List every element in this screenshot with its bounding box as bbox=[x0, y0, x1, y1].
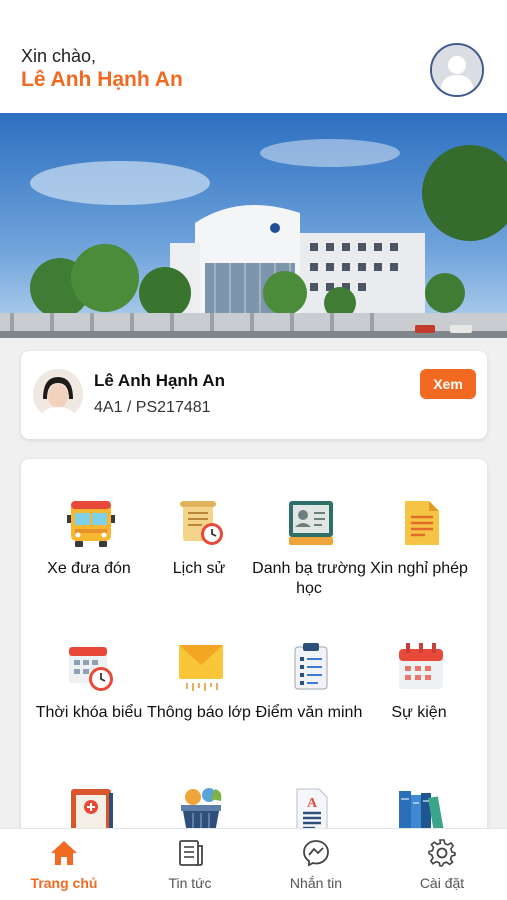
gear-icon bbox=[427, 838, 457, 868]
student-card: Lê Anh Hạnh An 4A1 / PS217481 Xem bbox=[21, 351, 487, 439]
student-photo bbox=[33, 369, 83, 419]
header: Xin chào, Lê Anh Hạnh An bbox=[0, 0, 507, 113]
menu-item-events[interactable]: Sự kiện bbox=[361, 641, 477, 771]
envelope-icon bbox=[175, 641, 227, 693]
nav-label: Cài đặt bbox=[419, 875, 465, 891]
messenger-icon bbox=[301, 838, 331, 868]
menu-label: Xin nghỉ phép bbox=[370, 560, 468, 577]
feature-menu: Xe đưa đón Lịch sử Danh bạ trường học Xi… bbox=[21, 459, 487, 859]
user-name: Lê Anh Hạnh An bbox=[21, 68, 183, 91]
nav-label: Tin tức bbox=[168, 875, 212, 891]
menu-item-leave-request[interactable]: Xin nghỉ phép bbox=[361, 497, 477, 627]
school-bus-icon bbox=[65, 497, 117, 549]
student-name: Lê Anh Hạnh An bbox=[94, 371, 225, 390]
menu-item-civility-score[interactable]: Điểm văn minh bbox=[251, 641, 367, 771]
svg-text:A: A bbox=[307, 796, 318, 811]
menu-label: Điểm văn minh bbox=[255, 704, 363, 721]
home-icon bbox=[49, 838, 79, 868]
bottom-navigation: Trang chủ Tin tức Nhắn tin Cài đặt bbox=[0, 828, 507, 900]
menu-label: Xe đưa đón bbox=[47, 560, 131, 577]
menu-item-timetable[interactable]: Thời khóa biểu bbox=[31, 641, 147, 771]
timetable-calendar-icon bbox=[65, 641, 117, 693]
greeting-text: Xin chào, bbox=[21, 46, 97, 66]
contact-card-icon bbox=[285, 497, 337, 549]
student-class-id: 4A1 / PS217481 bbox=[94, 399, 211, 416]
nav-label: Trang chủ bbox=[30, 875, 98, 891]
nav-item-messages[interactable]: Nhắn tin bbox=[253, 829, 379, 900]
menu-item-contacts[interactable]: Danh bạ trường học bbox=[251, 497, 367, 627]
menu-label: Sự kiện bbox=[391, 704, 447, 721]
menu-item-school-bus[interactable]: Xe đưa đón bbox=[31, 497, 147, 627]
news-icon bbox=[175, 838, 205, 868]
menu-item-class-notice[interactable]: Thông báo lớp bbox=[141, 641, 257, 771]
event-calendar-icon bbox=[395, 641, 447, 693]
nav-item-settings[interactable]: Cài đặt bbox=[379, 829, 505, 900]
school-building-photo bbox=[0, 113, 507, 338]
view-button[interactable]: Xem bbox=[420, 369, 476, 399]
menu-label: Thời khóa biểu bbox=[35, 704, 143, 721]
menu-label: Lịch sử bbox=[172, 560, 226, 577]
nav-item-home[interactable]: Trang chủ bbox=[1, 829, 127, 900]
nav-item-news[interactable]: Tin tức bbox=[127, 829, 253, 900]
menu-label: Thông báo lớp bbox=[147, 704, 251, 721]
user-avatar-icon[interactable] bbox=[430, 43, 484, 97]
menu-label: Danh bạ trường học bbox=[252, 560, 366, 597]
menu-item-history[interactable]: Lịch sử bbox=[141, 497, 257, 627]
nav-label: Nhắn tin bbox=[289, 875, 343, 891]
history-scroll-icon bbox=[175, 497, 227, 549]
clipboard-list-icon bbox=[285, 641, 337, 693]
leave-request-document-icon bbox=[395, 497, 447, 549]
